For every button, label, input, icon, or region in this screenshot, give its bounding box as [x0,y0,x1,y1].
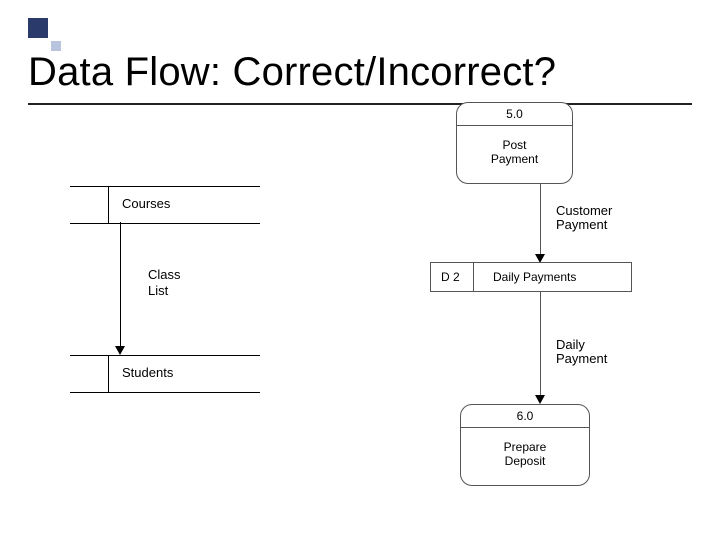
process-number: 5.0 [457,107,572,121]
datastore-students: Students [70,355,260,393]
datastore-students-label: Students [122,365,173,380]
process-number: 6.0 [461,409,589,423]
datastore-courses-label: Courses [122,196,170,211]
title-underline [28,103,692,105]
slide: Data Flow: Correct/Incorrect? Courses Cl… [0,0,720,540]
process-label-line2: Deposit [461,455,589,469]
process-prepare-deposit: 6.0 Prepare Deposit [460,404,590,486]
flow-label-class: Class [148,268,181,283]
datastore-divider [108,187,109,223]
datastore-divider [108,356,109,392]
process-label-line2: Payment [457,153,572,167]
datastore-label: Daily Payments [493,270,576,284]
flow-label-list: List [148,284,168,299]
slide-title: Data Flow: Correct/Incorrect? [28,50,556,95]
process-label-line1: Post [457,139,572,153]
arrowhead-down-icon [535,395,545,404]
flow-line [540,183,541,258]
datastore-courses: Courses [70,186,260,224]
flow-line-vertical [120,222,121,350]
datastore-daily-payments: D 2 Daily Payments [430,262,632,292]
process-divider [461,427,589,428]
flow-label-payment2: Payment [556,352,607,367]
process-label-line1: Prepare [461,441,589,455]
flow-label-payment1: Payment [556,218,607,233]
datastore-divider [473,263,474,291]
process-divider [457,125,572,126]
datastore-id: D 2 [441,270,460,284]
flow-line [540,291,541,399]
process-post-payment: 5.0 Post Payment [456,102,573,184]
arrowhead-down-icon [115,346,125,355]
accent-square-icon [28,18,48,38]
